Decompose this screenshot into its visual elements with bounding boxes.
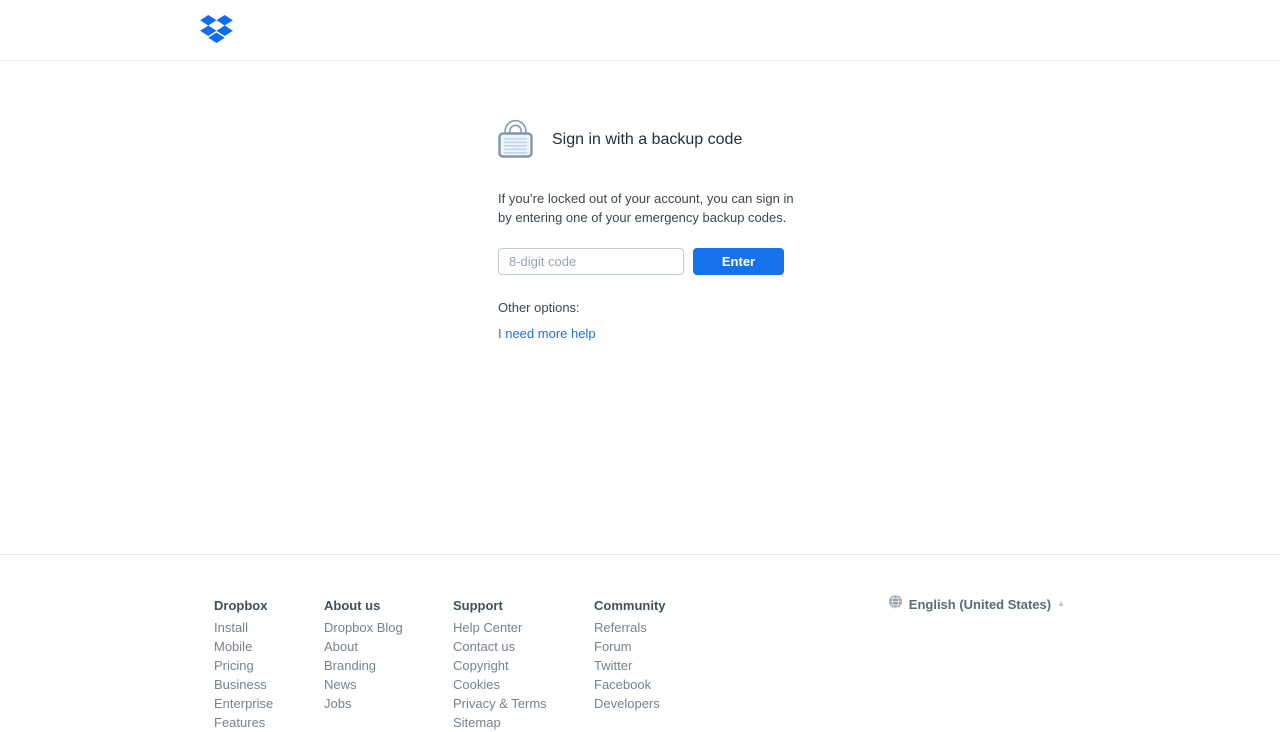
lock-icon [498, 117, 533, 163]
footer-column-title: About us [324, 596, 453, 615]
description-line: by entering one of your emergency backup… [498, 208, 790, 227]
footer-column-title: Community [594, 596, 744, 615]
enter-button[interactable]: Enter [693, 248, 784, 275]
footer-link[interactable]: Enterprise [214, 694, 324, 713]
footer-column-support: Support Help CenterContact usCopyrightCo… [453, 596, 594, 732]
footer: Dropbox InstallMobilePricingBusinessEnte… [200, 555, 1080, 732]
footer-link[interactable]: Install [214, 618, 324, 637]
footer-link[interactable]: Branding [324, 656, 453, 675]
language-selector[interactable]: English (United States) ▲ [888, 594, 1065, 614]
footer-column-title: Dropbox [214, 596, 324, 615]
footer-link[interactable]: Help Center [453, 618, 594, 637]
language-label: English (United States) [909, 597, 1051, 612]
other-options-label: Other options: [498, 300, 790, 315]
footer-link[interactable]: Business [214, 675, 324, 694]
page-title: Sign in with a backup code [552, 131, 742, 149]
footer-link[interactable]: Referrals [594, 618, 744, 637]
chevron-up-icon: ▲ [1057, 600, 1065, 608]
footer-link[interactable]: Contact us [453, 637, 594, 656]
footer-link[interactable]: Privacy & Terms [453, 694, 594, 713]
help-link[interactable]: I need more help [498, 326, 596, 341]
footer-column-dropbox: Dropbox InstallMobilePricingBusinessEnte… [214, 596, 324, 732]
footer-link[interactable]: Dropbox Blog [324, 618, 453, 637]
footer-link[interactable]: News [324, 675, 453, 694]
footer-link[interactable]: Mobile [214, 637, 324, 656]
description-line: If you’re locked out of your account, yo… [498, 189, 790, 208]
footer-link[interactable]: Sitemap [453, 713, 594, 732]
main-section: Sign in with a backup code If you’re loc… [0, 61, 1280, 555]
dropbox-logo[interactable] [200, 15, 233, 48]
footer-link[interactable]: Jobs [324, 694, 453, 713]
footer-link[interactable]: Pricing [214, 656, 324, 675]
footer-link[interactable]: About [324, 637, 453, 656]
footer-column-community: Community ReferralsForumTwitterFacebookD… [594, 596, 744, 732]
globe-icon [888, 594, 903, 614]
footer-link[interactable]: Features [214, 713, 324, 732]
footer-link[interactable]: Twitter [594, 656, 744, 675]
backup-code-input[interactable] [498, 248, 684, 275]
footer-column-title: Support [453, 596, 594, 615]
footer-link[interactable]: Forum [594, 637, 744, 656]
dropbox-logo-icon [200, 15, 233, 43]
footer-link[interactable]: Developers [594, 694, 744, 713]
description: If you’re locked out of your account, yo… [498, 189, 790, 227]
footer-link[interactable]: Copyright [453, 656, 594, 675]
footer-link[interactable]: Cookies [453, 675, 594, 694]
header [0, 0, 1280, 61]
footer-column-about-us: About us Dropbox BlogAboutBrandingNewsJo… [324, 596, 453, 732]
footer-link[interactable]: Facebook [594, 675, 744, 694]
